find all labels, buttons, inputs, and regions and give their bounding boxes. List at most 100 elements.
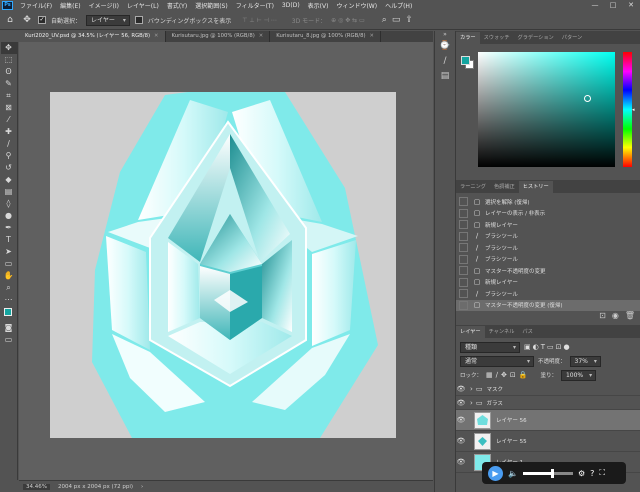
blend-row: 通常 不透明度： 37%: [456, 354, 640, 368]
crystal-facet: [312, 240, 356, 346]
history-panel-tabs: ラーニング 色調補正 ヒストリー: [456, 180, 640, 193]
layer-group-mask[interactable]: 👁 › ▭ マスク: [456, 382, 640, 396]
tab-learn[interactable]: ラーニング: [456, 181, 490, 193]
filter-type-icons[interactable]: ▣◐T▭⊡●: [524, 343, 572, 351]
history-item-label: ブラシツール: [485, 291, 518, 298]
lock-icons[interactable]: ▦∕✥⊡🔒: [486, 371, 530, 379]
hue-slider[interactable]: [623, 52, 632, 167]
volume-slider-fill: [522, 471, 552, 475]
opacity-input[interactable]: 37%: [569, 355, 601, 367]
tab-adjustments[interactable]: 色調補正: [490, 181, 519, 193]
history-snapshot-box[interactable]: [459, 277, 468, 287]
chevron-right-icon[interactable]: ›: [470, 399, 473, 407]
visibility-eye-icon[interactable]: 👁: [456, 385, 466, 393]
history-item-label: ブラシツール: [485, 257, 518, 264]
settings-gear-icon[interactable]: ⚙: [578, 469, 585, 478]
tab-patterns[interactable]: パターン: [558, 32, 587, 44]
history-state-icon: ▢: [473, 301, 481, 310]
history-item[interactable]: ▢ 新規レイヤー: [456, 277, 640, 289]
help-icon[interactable]: ?: [590, 469, 594, 478]
lock-label: ロック：: [460, 373, 483, 379]
history-snapshot-box[interactable]: [459, 254, 468, 264]
layer-item-selected[interactable]: 👁 レイヤー 56: [456, 410, 640, 431]
layer-name: ガラス: [486, 400, 503, 407]
history-footer: ⊡ ◉ 🗑: [456, 311, 640, 323]
history-panel-icon[interactable]: ⌚: [435, 39, 455, 54]
history-item-label: 新規レイヤー: [485, 222, 518, 229]
tab-swatches[interactable]: スウォッチ: [480, 32, 514, 44]
history-snapshot-box[interactable]: [459, 300, 468, 310]
volume-slider[interactable]: [522, 468, 573, 478]
new-document-from-state-icon[interactable]: ⊡: [599, 311, 606, 323]
history-item[interactable]: ∕ ブラシツール: [456, 288, 640, 300]
camera-icon[interactable]: ◉: [612, 311, 619, 323]
history-snapshot-box[interactable]: [459, 289, 468, 299]
brush-icon: ∕: [475, 232, 479, 241]
collapse-icon[interactable]: »: [435, 31, 455, 39]
history-snapshot-box[interactable]: [459, 208, 468, 218]
color-picker-cursor[interactable]: [584, 95, 591, 102]
status-arrow-icon[interactable]: ›: [141, 484, 143, 490]
fullscreen-icon[interactable]: ⛶: [599, 468, 605, 478]
document-size: 2004 px x 2004 px (72 ppi): [57, 483, 134, 490]
visibility-eye-icon[interactable]: 👁: [456, 437, 466, 445]
properties-panel-icon[interactable]: ▤: [435, 69, 455, 84]
tab-color[interactable]: カラー: [456, 32, 480, 44]
layer-thumbnail: [474, 411, 491, 429]
layer-list: 👁 › ▭ マスク 👁 › ▭ ガラス 👁 レイヤー 56 👁 レイヤー 55: [456, 382, 640, 473]
history-item[interactable]: ∕ ブラシツール: [456, 242, 640, 254]
tab-layers[interactable]: レイヤー: [456, 326, 485, 338]
history-snapshot-box[interactable]: [459, 266, 468, 276]
layer-name: レイヤー 56: [496, 418, 527, 424]
tab-history[interactable]: ヒストリー: [518, 181, 553, 193]
fill-input[interactable]: 100%: [560, 369, 597, 381]
tab-paths[interactable]: パス: [518, 326, 536, 338]
history-item[interactable]: ∕ ブラシツール: [456, 254, 640, 266]
volume-icon[interactable]: 🔈: [508, 469, 518, 478]
layer-thumbnail: [474, 432, 491, 450]
history-snapshot-box[interactable]: [459, 243, 468, 253]
history-state-icon: ▢: [473, 278, 481, 287]
layer-filter-dropdown[interactable]: 種類: [460, 341, 520, 353]
blend-mode-dropdown[interactable]: 通常: [460, 355, 534, 367]
layer-thumb-crystal: [478, 436, 487, 446]
history-item[interactable]: ▢ 新規レイヤー: [456, 219, 640, 231]
history-item-label: 選択を解除 (復帰): [485, 199, 530, 206]
panel-icon-strip: » ⌚ ∕ ▤: [434, 31, 454, 492]
history-snapshot-box[interactable]: [459, 231, 468, 241]
tab-channels[interactable]: チャンネル: [485, 326, 519, 338]
brush-settings-icon[interactable]: ∕: [435, 54, 455, 69]
hue-slider-arrow-icon[interactable]: ◂: [632, 107, 635, 113]
zoom-level[interactable]: 34.46%: [23, 483, 50, 490]
history-item[interactable]: ▢ 選択を解除 (復帰): [456, 196, 640, 208]
lock-row: ロック： ▦∕✥⊡🔒 塗り： 100%: [456, 368, 640, 382]
history-item-label: 新規レイヤー: [485, 280, 518, 287]
visibility-eye-icon[interactable]: 👁: [456, 458, 466, 466]
layer-filter-row: 種類 ▣◐T▭⊡●: [456, 340, 640, 354]
history-snapshot-box[interactable]: [459, 220, 468, 230]
play-button-icon[interactable]: ▶: [488, 465, 503, 481]
layer-name: レイヤー 55: [496, 439, 527, 445]
layer-group-glass[interactable]: 👁 › ▭ ガラス: [456, 396, 640, 410]
volume-slider-knob[interactable]: [550, 468, 554, 478]
color-panel-tabs: カラー スウォッチ グラデーション パターン: [456, 31, 640, 44]
history-snapshot-box[interactable]: [459, 197, 468, 207]
opacity-label: 不透明度：: [538, 359, 566, 365]
tab-gradients[interactable]: グラデーション: [514, 32, 558, 44]
visibility-eye-icon[interactable]: 👁: [456, 399, 466, 407]
chevron-right-icon[interactable]: ›: [470, 385, 473, 393]
history-item[interactable]: ∕ ブラシツール: [456, 231, 640, 243]
history-state-icon: ▢: [473, 209, 481, 218]
foreground-color-swatch[interactable]: [461, 56, 470, 65]
color-field[interactable]: [478, 52, 615, 167]
brush-icon: ∕: [475, 289, 479, 298]
brush-icon: ∕: [475, 243, 479, 252]
history-state-icon: ▢: [473, 220, 481, 229]
history-item[interactable]: ▢ レイヤーの表示 / 非表示: [456, 208, 640, 220]
layer-item[interactable]: 👁 レイヤー 55: [456, 431, 640, 452]
trash-icon[interactable]: 🗑: [625, 311, 635, 323]
history-item-active[interactable]: ▢ マスター不透明度の変更 (復帰): [456, 299, 640, 311]
visibility-eye-icon[interactable]: 👁: [456, 416, 466, 424]
color-panel: カラー スウォッチ グラデーション パターン ◂: [456, 31, 640, 178]
history-item[interactable]: ▢ マスター不透明度の変更: [456, 265, 640, 277]
